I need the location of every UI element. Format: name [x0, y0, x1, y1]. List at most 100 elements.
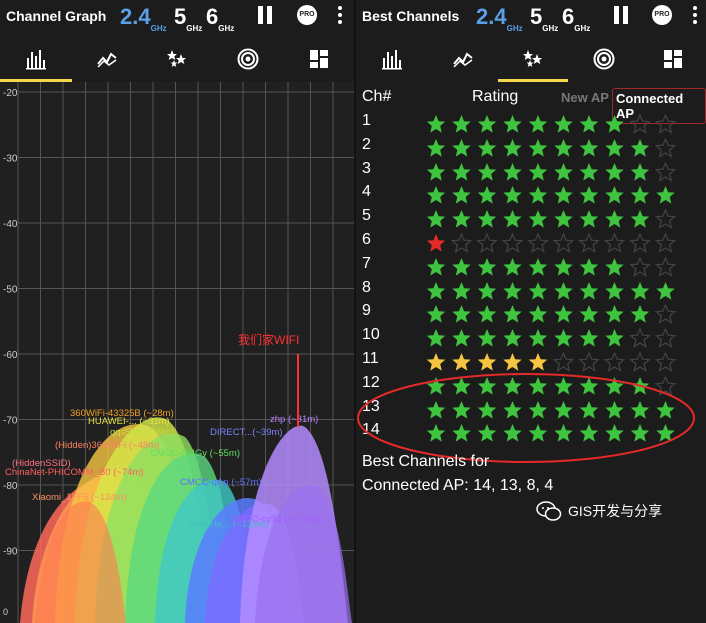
star-empty-icon — [654, 161, 677, 182]
star-empty-icon — [629, 232, 651, 253]
star-filled-icon — [426, 353, 446, 371]
band-6ghz-button[interactable]: 6GHz — [206, 4, 234, 33]
band-value: 6 — [206, 4, 219, 29]
app-title: Best Channels — [362, 8, 460, 24]
wifi-signal-icon — [237, 48, 259, 70]
overflow-menu-icon[interactable] — [337, 5, 343, 25]
tab-bar — [356, 36, 706, 82]
tab-channel-graph[interactable] — [356, 36, 428, 82]
star-filled-icon — [579, 329, 599, 347]
star-filled-icon — [503, 257, 522, 276]
channel-graph-plot: -20-30-40-50-60-70-80-90 360WiFi-43325B … — [0, 82, 354, 623]
band-5ghz-button[interactable]: 5GHz — [530, 4, 558, 33]
star-filled-icon — [630, 186, 650, 204]
channel-number: 4 — [362, 183, 371, 201]
star-filled-icon — [452, 186, 471, 204]
new-ap-toggle[interactable]: New AP — [558, 88, 612, 107]
app-title: Channel Graph — [6, 8, 107, 24]
band-2-4ghz-button[interactable]: 2.4GHz — [476, 4, 523, 33]
y-tick-label: -80 — [3, 481, 18, 492]
star-filled-icon — [605, 281, 624, 300]
star-filled-icon — [579, 186, 599, 204]
star-filled-icon — [452, 115, 471, 133]
star-filled-icon — [605, 257, 624, 276]
channel-number: 1 — [362, 112, 371, 129]
tab-channel-rating[interactable] — [498, 36, 568, 82]
star-empty-icon — [654, 137, 677, 158]
star-filled-icon — [554, 162, 573, 181]
y-tick-label: -70 — [3, 416, 18, 427]
star-filled-icon — [477, 353, 497, 371]
star-filled-icon — [605, 210, 624, 228]
star-empty-icon — [654, 303, 677, 325]
star-empty-icon — [654, 208, 677, 230]
pro-badge-icon[interactable]: PRO — [652, 5, 672, 25]
star-filled-icon — [579, 115, 599, 133]
rating-column-header: Rating — [472, 88, 519, 105]
band-value: 2.4 — [120, 4, 151, 29]
star-filled-icon — [528, 257, 548, 276]
star-filled-icon — [630, 162, 650, 181]
pause-icon[interactable] — [258, 6, 272, 24]
band-6ghz-button[interactable]: 6GHz — [562, 4, 590, 33]
network-label: qqs588 (~39m) — [110, 427, 174, 438]
star-filled-icon — [605, 138, 624, 157]
star-filled-icon — [452, 305, 471, 323]
pro-badge-icon[interactable]: PRO — [297, 5, 317, 25]
star-filled-icon — [477, 305, 497, 323]
band-value: 5 — [530, 4, 543, 29]
overflow-menu-icon[interactable] — [692, 5, 698, 25]
star-filled-icon — [605, 162, 624, 181]
channel-graph-panel: Channel Graph 2.4GHz 5GHz 6GHz PRO -20 -3 — [0, 0, 354, 623]
tab-channel-graph[interactable] — [0, 36, 72, 82]
line-graph-icon — [453, 52, 473, 68]
star-filled-icon — [630, 305, 650, 323]
star-filled-icon — [528, 353, 548, 371]
tab-dashboard[interactable] — [284, 36, 354, 82]
star-filled-icon — [477, 281, 497, 300]
star-empty-icon — [629, 327, 651, 349]
star-filled-icon — [554, 281, 573, 300]
tab-ap-list[interactable] — [212, 36, 284, 82]
pause-icon[interactable] — [614, 6, 628, 24]
star-empty-icon — [654, 256, 677, 277]
network-label: CMCC-BHGy (~55m) — [150, 448, 240, 459]
dashboard-icon — [310, 50, 328, 68]
star-filled-icon — [630, 281, 650, 300]
bar-chart-icon — [382, 50, 402, 70]
network-label: CMCC-cy34 (~172m) — [230, 514, 320, 525]
star-empty-icon — [603, 232, 626, 253]
tab-dashboard[interactable] — [640, 36, 706, 82]
channel-rating-view: Ch# Rating New AP Connected AP 123456789… — [356, 82, 706, 623]
star-empty-icon — [629, 256, 651, 277]
star-filled-icon — [605, 305, 624, 323]
tab-channel-rating[interactable] — [142, 36, 212, 82]
star-empty-icon — [654, 113, 677, 134]
tab-time-graph[interactable] — [428, 36, 498, 82]
band-value: 6 — [562, 4, 575, 29]
channel-star-rating — [426, 113, 677, 134]
star-filled-icon — [630, 210, 650, 228]
channel-star-rating — [426, 327, 677, 349]
y-tick-label: -50 — [3, 285, 18, 296]
watermark: GIS开发与分享 — [536, 500, 662, 522]
star-empty-icon — [603, 351, 626, 372]
channel-number: 8 — [362, 278, 371, 296]
band-5ghz-button[interactable]: 5GHz — [174, 4, 202, 33]
tab-time-graph[interactable] — [72, 36, 142, 82]
star-empty-icon — [450, 232, 473, 253]
channel-number: 6 — [362, 231, 371, 248]
star-filled-icon — [426, 115, 446, 133]
star-filled-icon — [426, 329, 446, 347]
star-filled-icon — [656, 281, 675, 300]
best-channels-panel: Best Channels 2.4GHz 5GHz 6GHz PRO Ch# R… — [356, 0, 706, 623]
star-filled-icon — [554, 257, 573, 276]
band-2-4ghz-button[interactable]: 2.4GHz — [120, 4, 167, 33]
star-filled-icon — [579, 138, 599, 157]
star-filled-icon — [554, 329, 573, 347]
tab-bar — [0, 36, 354, 82]
y-tick-label: -60 — [3, 350, 18, 361]
channel-star-rating — [426, 208, 677, 230]
wechat-icon — [536, 501, 562, 521]
tab-ap-list[interactable] — [568, 36, 640, 82]
